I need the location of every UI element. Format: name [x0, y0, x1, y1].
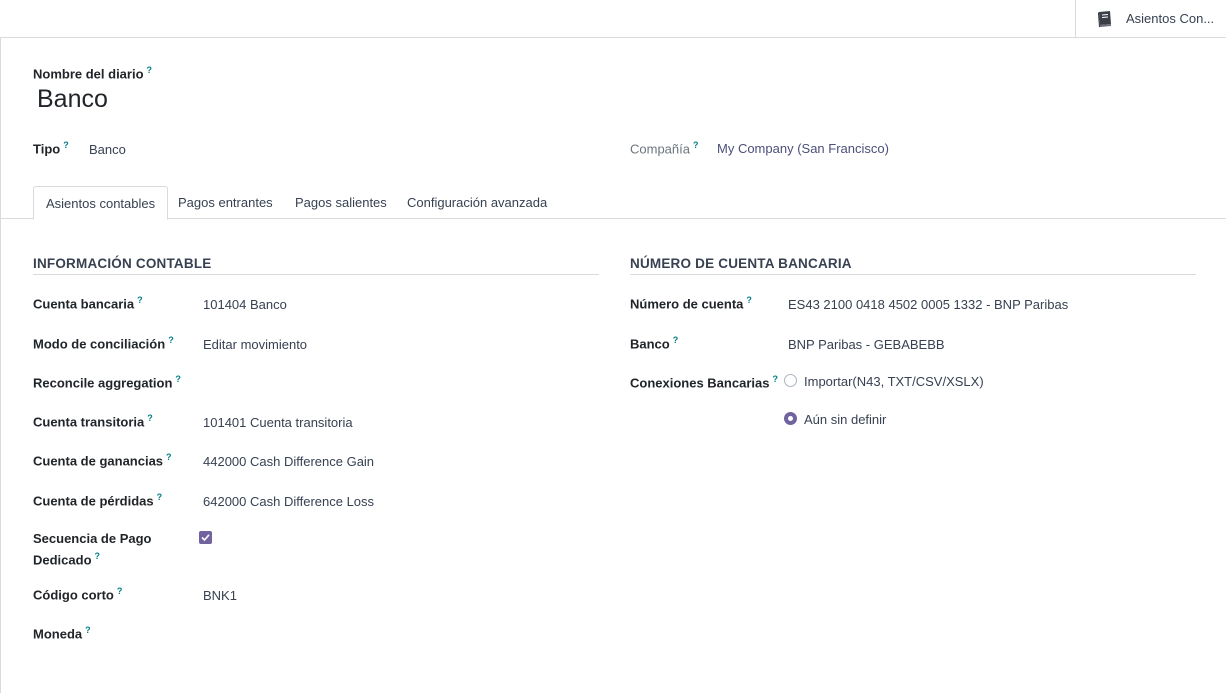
reconcile-aggregation-label: Reconcile aggregation? [33, 374, 181, 391]
suspense-account-label: Cuenta transitoria? [33, 413, 153, 430]
bank-connections-label: Conexiones Bancarias? [630, 374, 778, 391]
help-tooltip-icon[interactable]: ? [166, 452, 172, 462]
currency-label: Moneda? [33, 625, 91, 642]
short-code-field[interactable]: BNK1 [203, 588, 237, 603]
radio-undefined-option[interactable] [784, 412, 797, 425]
loss-account-field[interactable]: 642000 Cash Difference Loss [203, 494, 374, 509]
dedicated-payment-sequence-checkbox[interactable] [199, 531, 212, 544]
journal-name-field[interactable]: Banco [37, 85, 108, 114]
account-number-label: Número de cuenta? [630, 295, 752, 312]
journal-name-label: Nombre del diario? [33, 65, 153, 82]
currency-field[interactable] [203, 627, 583, 643]
accounting-info-heading: INFORMACIÓN CONTABLE [33, 256, 212, 271]
help-tooltip-icon[interactable]: ? [63, 140, 69, 150]
company-label: Compañía? [630, 140, 699, 157]
button-box: Asientos Con... [0, 0, 1226, 38]
loss-account-label: Cuenta de pérdidas? [33, 492, 163, 509]
help-tooltip-icon[interactable]: ? [95, 551, 101, 561]
bank-account-field[interactable]: 101404 Banco [203, 297, 287, 312]
help-tooltip-icon[interactable]: ? [147, 413, 153, 423]
reconcile-mode-field[interactable]: Editar movimiento [203, 337, 307, 352]
book-icon [1095, 9, 1115, 29]
reconcile-mode-label: Modo de conciliación? [33, 335, 174, 352]
help-tooltip-icon[interactable]: ? [117, 586, 123, 596]
section-divider [630, 274, 1196, 275]
help-tooltip-icon[interactable]: ? [693, 140, 699, 150]
company-field[interactable]: My Company (San Francisco) [717, 141, 889, 156]
tab-outgoing-payments[interactable]: Pagos salientes [283, 186, 399, 219]
type-label: Tipo? [33, 140, 69, 157]
smart-button-label: Asientos Con... [1126, 11, 1215, 26]
type-field[interactable]: Banco [89, 142, 126, 157]
bank-account-label: Cuenta bancaria? [33, 295, 143, 312]
suspense-account-field[interactable]: 101401 Cuenta transitoria [203, 415, 353, 430]
tab-advanced-settings[interactable]: Configuración avanzada [395, 186, 559, 219]
radio-import-option[interactable] [784, 374, 797, 387]
reconcile-aggregation-field[interactable] [203, 376, 583, 392]
dedicated-payment-sequence-label-line1: Secuencia de Pago [33, 531, 152, 546]
dedicated-payment-sequence-label-line2: Dedicado? [33, 551, 101, 568]
bank-account-number-heading: NÚMERO DE CUENTA BANCARIA [630, 256, 852, 271]
help-tooltip-icon[interactable]: ? [673, 335, 679, 345]
checkmark-icon [201, 534, 210, 542]
profit-account-label: Cuenta de ganancias? [33, 452, 172, 469]
help-tooltip-icon[interactable]: ? [746, 295, 752, 305]
section-divider [33, 274, 599, 275]
help-tooltip-icon[interactable]: ? [168, 335, 174, 345]
left-border [0, 37, 1, 693]
short-code-label: Código corto? [33, 586, 123, 603]
notebook-tabs: Asientos contables Pagos entrantes Pagos… [0, 186, 1226, 220]
help-tooltip-icon[interactable]: ? [137, 295, 143, 305]
tab-incoming-payments[interactable]: Pagos entrantes [166, 186, 285, 219]
help-tooltip-icon[interactable]: ? [85, 625, 91, 635]
journal-entries-smart-button[interactable]: Asientos Con... [1075, 0, 1226, 37]
profit-account-field[interactable]: 442000 Cash Difference Gain [203, 454, 374, 469]
help-tooltip-icon[interactable]: ? [157, 492, 163, 502]
help-tooltip-icon[interactable]: ? [772, 374, 778, 384]
help-tooltip-icon[interactable]: ? [175, 374, 181, 384]
tab-journal-entries[interactable]: Asientos contables [33, 186, 169, 220]
bank-field[interactable]: BNP Paribas - GEBABEBB [788, 337, 945, 352]
undefined-option-label[interactable]: Aún sin definir [804, 412, 886, 427]
bank-label: Banco? [630, 335, 679, 352]
import-option-label[interactable]: Importar(N43, TXT/CSV/XSLX) [804, 374, 984, 389]
help-tooltip-icon[interactable]: ? [147, 65, 153, 75]
account-number-field[interactable]: ES43 2100 0418 4502 0005 1332 - BNP Pari… [788, 297, 1068, 312]
